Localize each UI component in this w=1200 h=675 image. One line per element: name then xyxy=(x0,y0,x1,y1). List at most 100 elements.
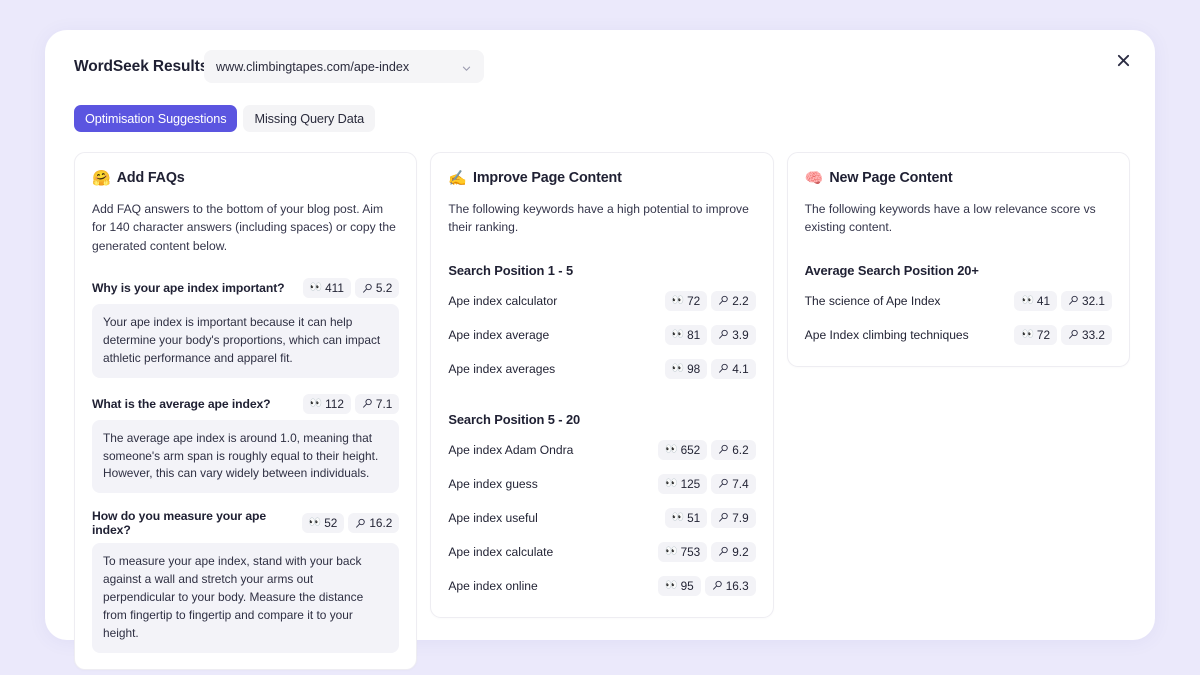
keyword-row[interactable]: Ape index Adam Ondra 👀 652 6.2 xyxy=(448,433,756,467)
keyword-row[interactable]: Ape index calculator 👀 72 2.2 xyxy=(448,284,756,318)
position-badge: 6.2 xyxy=(711,439,756,460)
faq-answer: To measure your ape index, stand with yo… xyxy=(92,543,400,653)
impressions-value: 652 xyxy=(680,442,701,457)
impressions-badge: 👀 52 xyxy=(301,513,345,534)
card-add-faqs: 🤗 Add FAQs Add FAQ answers to the bottom… xyxy=(74,152,418,670)
suggestion-columns: 🤗 Add FAQs Add FAQ answers to the bottom… xyxy=(74,152,1130,670)
magnifying-glass-icon xyxy=(719,330,728,339)
impressions-badge: 👀 98 xyxy=(664,358,708,379)
eyes-icon: 👀 xyxy=(1021,328,1034,340)
impressions-value: 51 xyxy=(687,510,701,525)
magnifying-glass-icon xyxy=(712,581,722,590)
magnifying-glass-icon xyxy=(356,518,366,528)
faq-question-row: What is the average ape index? 👀 112 7.1 xyxy=(92,387,400,420)
magnifying-glass-icon xyxy=(719,513,728,522)
position-value: 2.2 xyxy=(732,293,749,308)
eyes-icon: 👀 xyxy=(671,328,685,340)
position-value: 16.2 xyxy=(369,516,393,531)
eyes-icon: 👀 xyxy=(665,579,678,591)
faq-item: Why is your ape index important? 👀 411 5… xyxy=(92,271,400,378)
keyword-row[interactable]: Ape index calculate 👀 753 9.2 xyxy=(448,535,756,569)
impressions-value: 98 xyxy=(687,361,701,376)
metrics: 👀 411 5.2 xyxy=(302,278,400,299)
keyword-label: Ape index calculator xyxy=(448,293,558,308)
position-value: 7.1 xyxy=(375,396,393,411)
magnifying-glass-icon xyxy=(362,399,372,408)
faq-question: Why is your ape index important? xyxy=(92,281,285,296)
metrics: 👀 72 2.2 xyxy=(664,290,756,311)
position-value: 9.2 xyxy=(732,544,749,559)
metrics: 👀 51 7.9 xyxy=(664,507,756,528)
eyes-icon: 👀 xyxy=(665,443,678,455)
metrics: 👀 652 6.2 xyxy=(658,439,756,460)
impressions-badge: 👀 411 xyxy=(302,278,351,299)
position-value: 4.1 xyxy=(732,361,749,376)
faq-question: How do you measure your ape index? xyxy=(92,509,267,538)
keyword-label: Ape index useful xyxy=(448,510,538,525)
impressions-badge: 👀 652 xyxy=(658,439,708,460)
keyword-row[interactable]: Ape index online 👀 95 16.3 xyxy=(448,569,756,603)
eyes-icon: 👀 xyxy=(671,511,685,523)
hugging-face-emoji: 🤗 xyxy=(92,169,111,187)
magnifying-glass-icon xyxy=(719,364,728,373)
position-badge: 7.9 xyxy=(711,507,756,528)
position-value: 32.1 xyxy=(1082,293,1105,308)
metrics: 👀 95 16.3 xyxy=(658,575,756,596)
keyword-label: Ape index averages xyxy=(448,361,556,376)
position-badge: 3.9 xyxy=(711,324,756,345)
keyword-row[interactable]: Ape index useful 👀 51 7.9 xyxy=(448,501,756,535)
faq-item: What is the average ape index? 👀 112 7.1 xyxy=(92,387,400,494)
card-description: Add FAQ answers to the bottom of your bl… xyxy=(92,202,396,253)
position-value: 3.9 xyxy=(732,327,749,342)
card-improve-page-content: ✍️ Improve Page Content The following ke… xyxy=(430,152,774,618)
position-value: 5.2 xyxy=(375,281,393,296)
keyword-label: Ape Index climbing techniques xyxy=(804,327,969,342)
impressions-badge: 👀 81 xyxy=(664,324,708,345)
position-value: 7.4 xyxy=(732,476,749,491)
eyes-icon: 👀 xyxy=(671,362,685,374)
section-heading: Average Search Position 20+ xyxy=(804,262,979,278)
keyword-label: The science of Ape Index xyxy=(804,293,941,308)
faq-answer: The average ape index is around 1.0, mea… xyxy=(92,419,400,494)
impressions-value: 81 xyxy=(687,327,701,342)
close-button[interactable] xyxy=(1107,44,1139,76)
card-title: Add FAQs xyxy=(116,170,185,186)
keyword-row[interactable]: Ape index average 👀 81 3.9 xyxy=(448,318,756,352)
tab-missing-query-data[interactable]: Missing Query Data xyxy=(243,105,376,132)
section-heading: Search Position 5 - 20 xyxy=(448,411,581,427)
tab-bar: Optimisation Suggestions Missing Query D… xyxy=(74,105,376,132)
url-select[interactable]: www.climbingtapes.com/ape-index xyxy=(204,50,484,83)
impressions-badge: 👀 112 xyxy=(302,393,351,414)
position-badge: 16.2 xyxy=(348,513,400,534)
position-value: 16.3 xyxy=(725,578,749,593)
keyword-row[interactable]: Ape Index climbing techniques 👀 72 33.2 xyxy=(805,318,1112,352)
impressions-value: 112 xyxy=(325,396,344,411)
metrics: 👀 753 9.2 xyxy=(658,541,756,562)
keyword-label: Ape index Adam Ondra xyxy=(448,442,574,457)
close-icon xyxy=(1117,54,1129,66)
impressions-value: 125 xyxy=(680,476,701,491)
position-badge: 16.3 xyxy=(704,575,756,596)
page-title: WordSeek Results xyxy=(74,58,209,75)
card-title: New Page Content xyxy=(829,170,953,186)
keyword-row[interactable]: The science of Ape Index 👀 41 32.1 xyxy=(805,284,1112,318)
brain-emoji: 🧠 xyxy=(804,169,824,187)
keyword-row[interactable]: Ape index averages 👀 98 4.1 xyxy=(448,352,756,386)
keyword-label: Ape index online xyxy=(448,578,538,593)
wordseek-results-modal: WordSeek Results www.climbingtapes.com/a… xyxy=(45,30,1155,670)
impressions-badge: 👀 753 xyxy=(658,541,708,562)
url-select-value: www.climbingtapes.com/ape-index xyxy=(216,59,410,74)
position-badge: 7.1 xyxy=(354,393,400,414)
tab-optimisation-suggestions[interactable]: Optimisation Suggestions xyxy=(74,105,238,132)
magnifying-glass-icon xyxy=(1069,296,1078,305)
faq-item: How do you measure your ape index? 👀 52 … xyxy=(92,502,400,653)
position-badge: 32.1 xyxy=(1061,290,1112,311)
keyword-row[interactable]: Ape index guess 👀 125 7.4 xyxy=(448,467,756,501)
faq-question: What is the average ape index? xyxy=(92,396,271,411)
magnifying-glass-icon xyxy=(719,479,728,488)
impressions-value: 753 xyxy=(680,544,701,559)
impressions-badge: 👀 51 xyxy=(664,507,708,528)
magnifying-glass-icon xyxy=(1069,330,1078,339)
impressions-value: 52 xyxy=(324,516,338,531)
card-new-page-content: 🧠 New Page Content The following keyword… xyxy=(786,152,1130,367)
